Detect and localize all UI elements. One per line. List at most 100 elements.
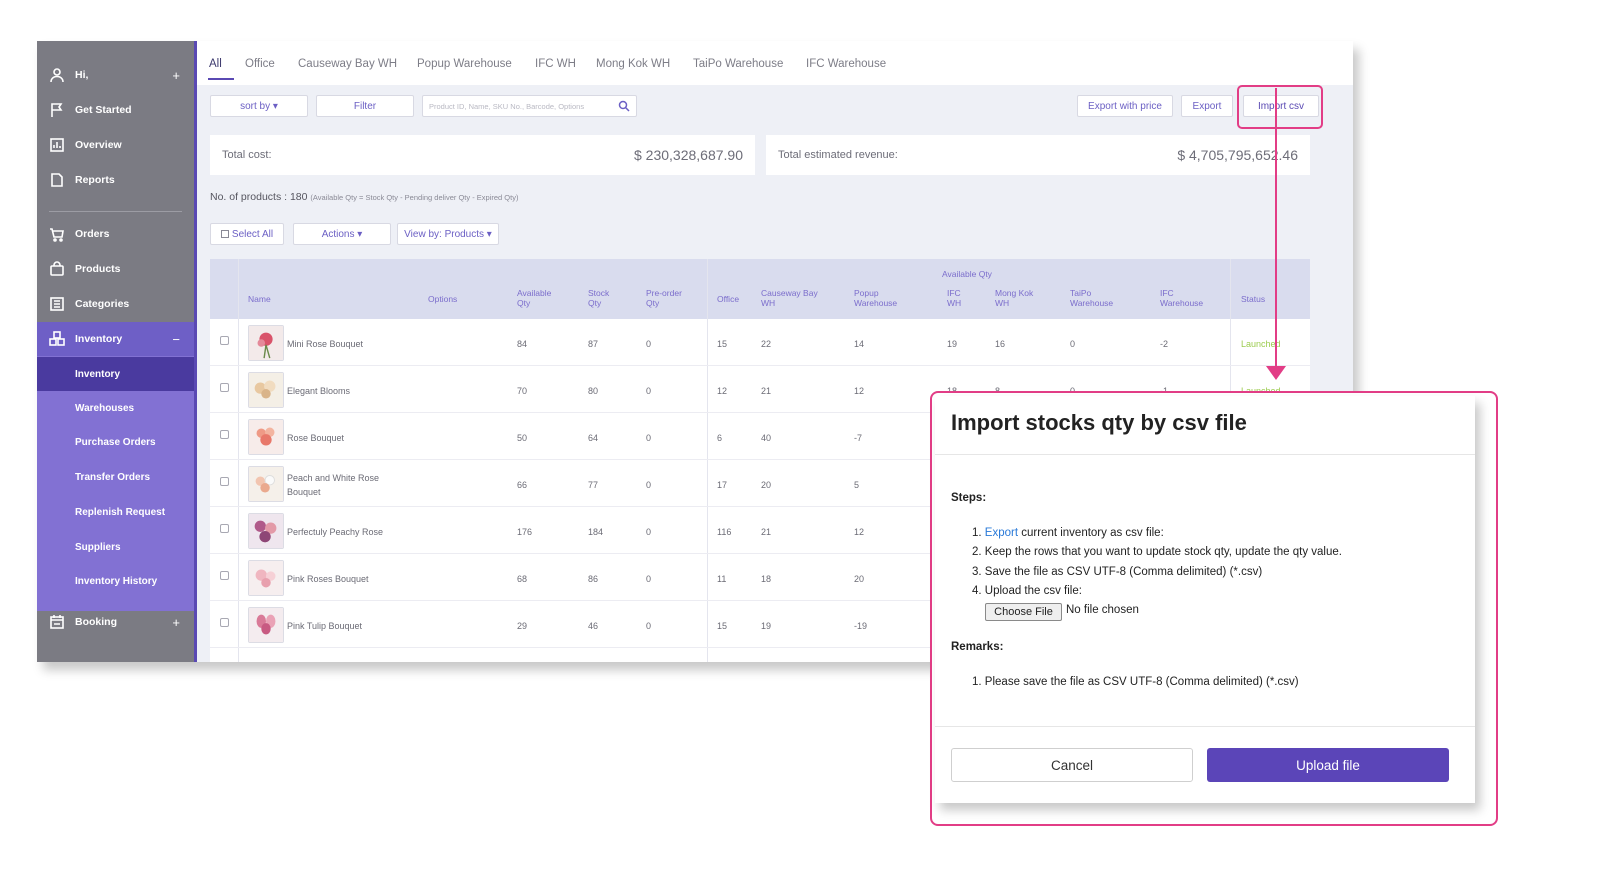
export-with-price-button[interactable]: Export with price (1077, 95, 1173, 117)
row-checkbox[interactable] (220, 524, 229, 533)
bag-icon (47, 259, 67, 279)
tab-mong-kok-wh[interactable]: Mong Kok WH (596, 58, 670, 70)
preorder-qty: 0 (646, 480, 652, 490)
preorder-qty: 0 (646, 386, 652, 396)
plus-icon[interactable]: + (172, 68, 180, 83)
export-link[interactable]: Export (985, 527, 1018, 539)
products-count-note: (Available Qty = Stock Qty - Pending del… (310, 193, 519, 202)
sidebar-item-categories[interactable]: Categories (37, 287, 194, 321)
stock-qty: 87 (588, 339, 599, 349)
boxes-icon (47, 329, 67, 349)
total-cost-label: Total cost: (222, 149, 272, 161)
modal-divider (935, 454, 1475, 455)
user-icon (47, 65, 67, 85)
revenue-value: $ 4,705,795,652.46 (1177, 147, 1298, 163)
submenu-purchase-orders[interactable]: Purchase Orders (37, 425, 194, 459)
cancel-button[interactable]: Cancel (951, 748, 1193, 782)
upload-file-button[interactable]: Upload file (1207, 748, 1449, 782)
preorder-qty: 0 (646, 621, 652, 631)
popup-qty: 12 (854, 386, 865, 396)
cart-icon (47, 224, 67, 244)
plus-icon[interactable]: + (172, 615, 180, 630)
product-name: Peach and White Rose Bouquet (287, 473, 380, 497)
row-checkbox[interactable] (220, 430, 229, 439)
available-qty: 68 (517, 574, 528, 584)
flag-icon (47, 100, 67, 120)
sidebar-item-get-started[interactable]: Get Started (37, 93, 194, 127)
submenu-inventory[interactable]: Inventory (37, 357, 194, 391)
sidebar-item-reports[interactable]: Reports (37, 163, 194, 197)
tab-office[interactable]: Office (245, 58, 275, 70)
list-icon (47, 294, 67, 314)
tab-ifc-warehouse[interactable]: IFC Warehouse (806, 58, 886, 70)
callout-connector-line (1275, 88, 1277, 368)
total-cost-value: $ 230,328,687.90 (634, 147, 743, 163)
tab-all[interactable]: All (209, 58, 222, 70)
canvas: Hi, + Get Started Overview Reports Order… (0, 0, 1599, 886)
header-name: Name (248, 294, 271, 304)
row-checkbox[interactable] (220, 383, 229, 392)
causeway-qty: 21 (761, 527, 772, 537)
submenu-replenish-request[interactable]: Replenish Request (37, 495, 194, 529)
sidebar-item-overview[interactable]: Overview (37, 128, 194, 162)
calendar-icon (47, 612, 67, 632)
actions-dropdown[interactable]: Actions ▾ (293, 223, 391, 245)
sidebar-item-booking[interactable]: Booking + (37, 605, 194, 639)
header-ifc-wh: IFC WH (947, 288, 962, 308)
sidebar-greeting[interactable]: Hi, + (37, 58, 194, 92)
preorder-qty: 0 (646, 339, 652, 349)
sidebar-item-products[interactable]: Products (37, 252, 194, 286)
select-all-button[interactable]: Select All (210, 223, 284, 245)
sidebar-item-orders[interactable]: Orders (37, 217, 194, 251)
row-checkbox[interactable] (220, 336, 229, 345)
mong-kok-qty: 16 (995, 339, 1006, 349)
row-checkbox[interactable] (220, 571, 229, 580)
view-by-dropdown[interactable]: View by: Products ▾ (397, 223, 499, 245)
choose-file-button[interactable]: Choose File (985, 603, 1062, 621)
step-1: 1. Export current inventory as csv file: (972, 527, 1164, 539)
search-icon[interactable] (618, 100, 630, 112)
filter-button[interactable]: Filter (316, 95, 414, 117)
tab-causeway-bay-wh[interactable]: Causeway Bay WH (298, 58, 397, 70)
stock-qty: 184 (588, 527, 604, 537)
tab-taipo-warehouse[interactable]: TaiPo Warehouse (693, 58, 783, 70)
office-qty: 15 (717, 621, 728, 631)
available-qty: 66 (517, 480, 528, 490)
header-ifc-warehouse: IFC Warehouse (1160, 288, 1204, 308)
stock-qty: 80 (588, 386, 599, 396)
submenu-suppliers[interactable]: Suppliers (37, 530, 194, 564)
causeway-qty: 19 (761, 621, 772, 631)
popup-qty: -19 (854, 621, 868, 631)
popup-qty: 5 (854, 480, 860, 490)
callout-arrow-icon (1266, 366, 1286, 380)
available-qty: 29 (517, 621, 528, 631)
causeway-qty: 18 (761, 574, 772, 584)
row-checkbox[interactable] (220, 477, 229, 486)
product-thumbnail (248, 513, 284, 549)
popup-qty: -7 (854, 433, 863, 443)
revenue-card: Total estimated revenue: $ 4,705,795,652… (766, 135, 1310, 175)
product-thumbnail (248, 372, 284, 408)
export-button[interactable]: Export (1181, 95, 1233, 117)
header-popup-warehouse: Popup Warehouse (854, 288, 898, 308)
submenu-transfer-orders[interactable]: Transfer Orders (37, 460, 194, 494)
tab-ifc-wh[interactable]: IFC WH (535, 58, 576, 70)
tab-popup-warehouse[interactable]: Popup Warehouse (417, 58, 512, 70)
document-icon (47, 170, 67, 190)
sidebar-item-inventory[interactable]: Inventory − (37, 322, 194, 356)
sort-by-button[interactable]: sort by ▾ (210, 95, 308, 117)
stock-qty: 64 (588, 433, 599, 443)
product-thumbnail (248, 607, 284, 643)
products-count-text: No. of products : 180 (210, 191, 308, 203)
available-qty-group-header: Available Qty (942, 269, 992, 279)
collapse-icon[interactable]: − (172, 332, 180, 347)
row-checkbox[interactable] (220, 618, 229, 627)
submenu-warehouses[interactable]: Warehouses (37, 391, 194, 425)
sidebar-item-label: Categories (75, 298, 130, 310)
submenu-inventory-history[interactable]: Inventory History (37, 564, 194, 598)
search-input[interactable]: Product ID, Name, SKU No., Barcode, Opti… (422, 95, 637, 117)
office-qty: 12 (717, 386, 728, 396)
table-row[interactable]: Mini Rose Bouquet 84 87 0 15 22 14 19 16… (210, 319, 1310, 366)
header-mong-kok-wh: Mong Kok WH (995, 288, 1034, 308)
available-qty: 50 (517, 433, 528, 443)
